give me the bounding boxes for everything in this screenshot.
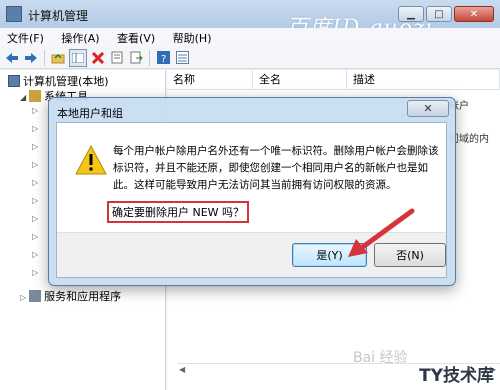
toolbar-separator — [149, 49, 150, 66]
confirm-question: 确定要删除用户 NEW 吗？ — [107, 201, 250, 223]
expand-arrow-icon[interactable]: ▷ — [32, 178, 38, 187]
expand-arrow-icon[interactable]: ▷ — [32, 142, 38, 151]
expand-arrow-icon[interactable]: ▷ — [32, 124, 38, 133]
window-title: 计算机管理 — [28, 9, 89, 23]
tree-item-root[interactable]: 计算机管理(本地) — [8, 73, 109, 89]
expand-arrow-icon[interactable]: ▷ — [32, 214, 38, 223]
minimize-button[interactable]: ▁ — [398, 6, 424, 22]
export-icon[interactable] — [128, 50, 144, 66]
column-header-description[interactable]: 描述 — [347, 70, 500, 90]
red-annotation-arrow — [348, 208, 415, 257]
expand-arrow-icon[interactable]: ▷ — [20, 293, 26, 302]
delete-icon[interactable] — [90, 50, 106, 66]
tree-item-services[interactable]: ▷ 服务和应用程序 — [20, 288, 121, 304]
expand-arrow-icon[interactable]: ▷ — [32, 232, 38, 241]
dialog-message: 每个用户帐户除用户名外还有一个唯一标识符。删除用户帐户会删除该标识符，并且不能还… — [113, 145, 439, 191]
expand-arrow-icon[interactable]: ▷ — [32, 106, 38, 115]
site-brand-watermark: TY技术库 — [419, 366, 494, 386]
expand-arrow-icon[interactable]: ◢ — [20, 93, 26, 102]
maximize-button[interactable]: □ — [426, 6, 452, 22]
forward-arrow-icon[interactable] — [23, 50, 39, 66]
properties-icon[interactable] — [109, 50, 125, 66]
toolbar-separator — [44, 49, 45, 66]
menu-action[interactable]: 操作(A) — [54, 28, 106, 48]
menu-help[interactable]: 帮助(H) — [166, 28, 219, 48]
services-icon — [29, 290, 42, 302]
tree-root-label: 计算机管理(本地) — [23, 75, 109, 88]
computer-management-icon — [6, 6, 22, 22]
back-arrow-icon[interactable] — [4, 50, 20, 66]
expand-arrow-icon[interactable]: ▷ — [32, 250, 38, 259]
warning-icon — [75, 145, 107, 175]
toolbar: ? — [0, 47, 500, 69]
show-hide-tree-icon[interactable] — [69, 48, 87, 67]
help-icon[interactable]: ? — [155, 50, 171, 66]
tools-icon — [29, 90, 42, 102]
close-button[interactable]: ✕ — [454, 6, 494, 22]
svg-text:?: ? — [161, 54, 166, 64]
column-header-fullname[interactable]: 全名 — [253, 70, 347, 90]
dialog-title: 本地用户和组 — [57, 107, 123, 120]
title-bar[interactable]: 计算机管理 百度ID guozi ▁ □ ✕ — [0, 0, 500, 41]
computer-icon — [8, 75, 20, 87]
menu-file[interactable]: 文件(F) — [0, 28, 51, 48]
baidu-watermark: Bai 经验 — [353, 350, 408, 366]
expand-arrow-icon[interactable]: ▷ — [32, 196, 38, 205]
scroll-left-icon[interactable]: ◀ — [179, 365, 185, 374]
tree-services-label: 服务和应用程序 — [44, 290, 122, 303]
dialog-close-button[interactable]: ✕ — [407, 100, 449, 117]
menu-view[interactable]: 查看(V) — [110, 28, 162, 48]
details-view-icon[interactable] — [174, 50, 190, 66]
expand-arrow-icon[interactable]: ▷ — [32, 160, 38, 169]
up-folder-icon[interactable] — [50, 50, 66, 66]
expand-arrow-icon[interactable]: ▷ — [32, 268, 38, 277]
menu-bar: 文件(F) 操作(A) 查看(V) 帮助(H) — [0, 28, 500, 48]
column-header-name[interactable]: 名称 — [167, 70, 253, 90]
